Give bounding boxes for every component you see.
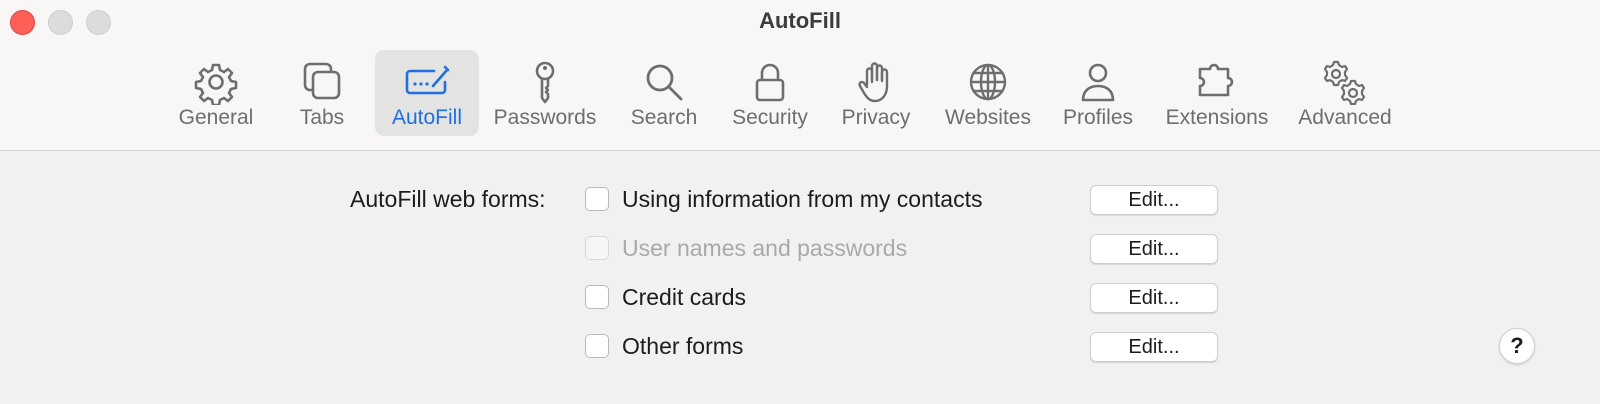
- toolbar: AutoFill General Tabs AutoFill Passwords…: [0, 0, 1600, 151]
- autofill-web-forms-label: AutoFill web forms:: [350, 186, 546, 212]
- contacts-checkbox[interactable]: [585, 187, 609, 211]
- globe-icon: [962, 56, 1014, 108]
- credit-cards-checkbox[interactable]: [585, 285, 609, 309]
- tab-search[interactable]: Search: [616, 50, 712, 136]
- tabs-icon: [296, 56, 348, 108]
- credit-cards-option-label: Credit cards: [622, 284, 746, 310]
- edit-passwords-button[interactable]: Edit...: [1090, 234, 1218, 264]
- help-button[interactable]: ?: [1499, 328, 1535, 364]
- other-forms-option-label: Other forms: [622, 333, 744, 359]
- lock-icon: [744, 56, 796, 108]
- gear-icon: [190, 56, 242, 108]
- contacts-option-label: Using information from my contacts: [622, 186, 983, 212]
- edit-contacts-button[interactable]: Edit...: [1090, 185, 1218, 215]
- person-icon: [1072, 56, 1124, 108]
- tab-security[interactable]: Security: [722, 50, 818, 136]
- edit-credit-cards-button[interactable]: Edit...: [1090, 283, 1218, 313]
- window-title: AutoFill: [759, 8, 841, 33]
- hand-icon: [850, 56, 902, 108]
- puzzle-icon: [1191, 56, 1243, 108]
- tab-passwords[interactable]: Passwords: [486, 50, 604, 136]
- passwords-option-label: User names and passwords: [622, 235, 908, 261]
- tab-tabs[interactable]: Tabs: [276, 50, 368, 136]
- tab-general[interactable]: General: [168, 50, 264, 136]
- tab-extensions[interactable]: Extensions: [1158, 50, 1276, 136]
- tab-advanced[interactable]: Advanced: [1288, 50, 1402, 136]
- autofill-icon: [401, 56, 453, 108]
- gears-icon: [1319, 56, 1371, 108]
- tab-autofill[interactable]: AutoFill: [375, 50, 479, 136]
- passwords-checkbox: [585, 236, 609, 260]
- preferences-window: AutoFill General Tabs AutoFill Passwords…: [0, 0, 1600, 404]
- tab-websites[interactable]: Websites: [938, 50, 1038, 136]
- edit-other-forms-button[interactable]: Edit...: [1090, 332, 1218, 362]
- tab-privacy[interactable]: Privacy: [830, 50, 922, 136]
- other-forms-checkbox[interactable]: [585, 334, 609, 358]
- key-icon: [519, 56, 571, 108]
- tab-profiles[interactable]: Profiles: [1052, 50, 1144, 136]
- search-icon: [638, 56, 690, 108]
